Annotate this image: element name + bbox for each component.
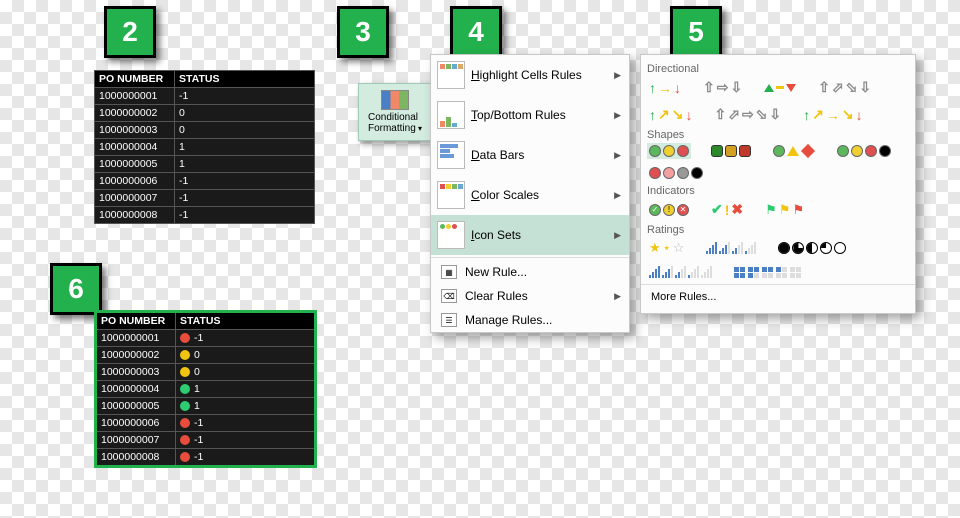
- iconset-5-ratings[interactable]: [647, 264, 714, 280]
- status-icon-red: [180, 452, 190, 462]
- icon-sets-gallery: Directional ↑→↓ ⇧⇨⇩ ⇧⬀⬂⇩ ↑↗↘↓ ⇧⬀⇨⬂⇩ ↑↗→↘…: [640, 54, 916, 314]
- callout-3: 3: [337, 6, 389, 58]
- header-po: PO NUMBER: [96, 312, 176, 330]
- menu-new-rule[interactable]: ▦New Rule...: [431, 260, 629, 284]
- table-row: 1000000006-1: [96, 415, 316, 432]
- table-row: 10000000051: [96, 398, 316, 415]
- group-indicators: Indicators: [647, 185, 909, 197]
- callout-5: 5: [670, 6, 722, 58]
- iconset-5-boxes[interactable]: [732, 264, 804, 280]
- table-row: 10000000030: [96, 364, 316, 381]
- iconset-3-arrows-gray[interactable]: ⇧⇨⇩: [701, 77, 744, 98]
- menu-highlight-cells-rules[interactable]: Highlight Cells Rules▶: [431, 55, 629, 95]
- group-ratings: Ratings: [647, 224, 909, 236]
- menu-icon-sets[interactable]: Icon Sets▶: [431, 215, 629, 255]
- menu-manage-rules[interactable]: ☰Manage Rules...: [431, 308, 629, 332]
- menu-clear-rules[interactable]: ⌫Clear Rules▶: [431, 284, 629, 308]
- iconset-4-ratings[interactable]: [704, 238, 758, 258]
- chevron-right-icon: ▶: [614, 70, 621, 81]
- iconset-3-arrows-colored[interactable]: ↑→↓: [647, 77, 683, 98]
- conditional-formatting-button[interactable]: ConditionalFormatting ▾: [358, 83, 432, 141]
- iconset-3-flags[interactable]: ⚑⚑⚑: [763, 199, 806, 220]
- header-status: STATUS: [176, 312, 316, 330]
- conditional-formatting-menu: Highlight Cells Rules▶ Top/Bottom Rules▶…: [430, 54, 630, 333]
- iconset-4-arrows-gray[interactable]: ⇧⬀⬂⇩: [816, 77, 873, 98]
- header-status: STATUS: [175, 71, 315, 88]
- status-icon-green: [180, 384, 190, 394]
- conditional-formatting-icon: [381, 90, 409, 110]
- callout-6: 6: [50, 263, 102, 315]
- table-after: PO NUMBERSTATUS 1000000001-1 10000000020…: [94, 310, 317, 468]
- callout-2: 2: [104, 6, 156, 58]
- table-row: 1000000007-1: [96, 432, 316, 449]
- menu-data-bars[interactable]: Data Bars▶: [431, 135, 629, 175]
- callout-4: 4: [450, 6, 502, 58]
- status-icon-yellow: [180, 367, 190, 377]
- status-icon-red: [180, 435, 190, 445]
- group-shapes: Shapes: [647, 129, 909, 141]
- cf-label: ConditionalFormatting ▾: [368, 112, 422, 134]
- iconset-3-triangles[interactable]: [762, 77, 798, 98]
- iconset-4-red-to-black[interactable]: [647, 165, 705, 181]
- table-before: PO NUMBERSTATUS 1000000001-1 10000000020…: [94, 70, 315, 224]
- iconset-3-signs[interactable]: [771, 143, 817, 159]
- chevron-right-icon: ▶: [614, 110, 621, 121]
- iconset-4-arrows-colored[interactable]: ↑↗↘↓: [647, 104, 694, 125]
- iconset-5-quarters[interactable]: [776, 238, 848, 258]
- iconset-3-traffic-lights[interactable]: [647, 143, 691, 159]
- iconset-3-symbols-circled[interactable]: ✓!✕: [647, 199, 691, 220]
- status-icon-green: [180, 401, 190, 411]
- header-po: PO NUMBER: [95, 71, 175, 88]
- status-icon-yellow: [180, 350, 190, 360]
- iconset-3-symbols[interactable]: ✔!✖: [709, 199, 745, 220]
- chevron-right-icon: ▶: [614, 230, 621, 241]
- more-rules[interactable]: More Rules...: [647, 285, 909, 309]
- iconset-3-stars[interactable]: ★⋆☆: [647, 238, 686, 258]
- table-row: 1000000001-1: [96, 330, 316, 347]
- chevron-right-icon: ▶: [614, 150, 621, 161]
- iconset-5-arrows-colored[interactable]: ↑↗→↘↓: [801, 104, 864, 125]
- iconset-3-traffic-lights-rimmed[interactable]: [709, 143, 753, 159]
- table-row: 10000000020: [96, 347, 316, 364]
- status-icon-red: [180, 418, 190, 428]
- table-row: 10000000041: [96, 381, 316, 398]
- status-icon-red: [180, 333, 190, 343]
- iconset-4-traffic-lights[interactable]: [835, 143, 893, 159]
- group-directional: Directional: [647, 63, 909, 75]
- menu-top-bottom-rules[interactable]: Top/Bottom Rules▶: [431, 95, 629, 135]
- chevron-right-icon: ▶: [614, 190, 621, 201]
- iconset-5-arrows-gray[interactable]: ⇧⬀⇨⬂⇩: [712, 104, 783, 125]
- table-row: 1000000008-1: [96, 449, 316, 467]
- menu-color-scales[interactable]: Color Scales▶: [431, 175, 629, 215]
